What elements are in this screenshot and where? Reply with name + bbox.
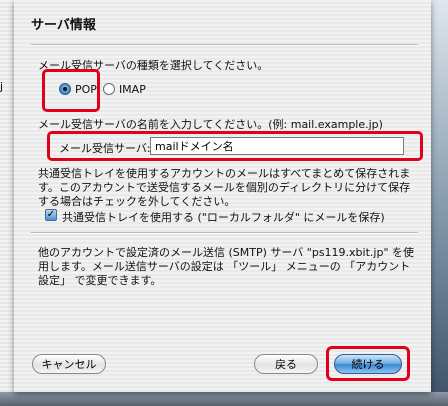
title-separator (31, 44, 418, 46)
dialog-title: サーバ情報 (31, 18, 96, 33)
imap-radio[interactable] (102, 83, 115, 95)
imap-radio-label[interactable]: IMAP (119, 83, 146, 96)
shared-inbox-description: 共通受信トレイを使用するアカウントのメールはすべてまとめて保存されます。このアカ… (38, 167, 411, 208)
shared-inbox-checkbox-label[interactable]: 共通受信トレイを使用する ("ローカルフォルダ" にメールを保存) (62, 209, 385, 225)
back-button[interactable]: 戻る (254, 354, 318, 374)
background-window-left (0, 0, 14, 406)
background-desktop-right (431, 0, 448, 406)
cancel-button[interactable]: キャンセル (32, 354, 106, 374)
shared-inbox-checkbox[interactable]: ✓ (45, 209, 57, 221)
background-text: j (0, 80, 4, 93)
section-separator (31, 232, 418, 234)
continue-button[interactable]: 続ける (334, 354, 402, 374)
pop-highlight-box (42, 69, 100, 112)
background-desktop-bottom (0, 392, 448, 406)
server-name-prompt: メール受信サーバの名前を入力してください。(例: mail.example.jp… (38, 118, 383, 131)
server-info-dialog: サーバ情報 メール受信サーバの種類を選択してください。 POP IMAP メール… (14, 0, 431, 392)
smtp-note: 他のアカウントで設定済のメール送信 (SMTP) サーバ "ps119.xbit… (38, 246, 415, 287)
incoming-server-label: メール受信サーバ: (59, 142, 151, 155)
incoming-server-input[interactable] (150, 137, 404, 155)
